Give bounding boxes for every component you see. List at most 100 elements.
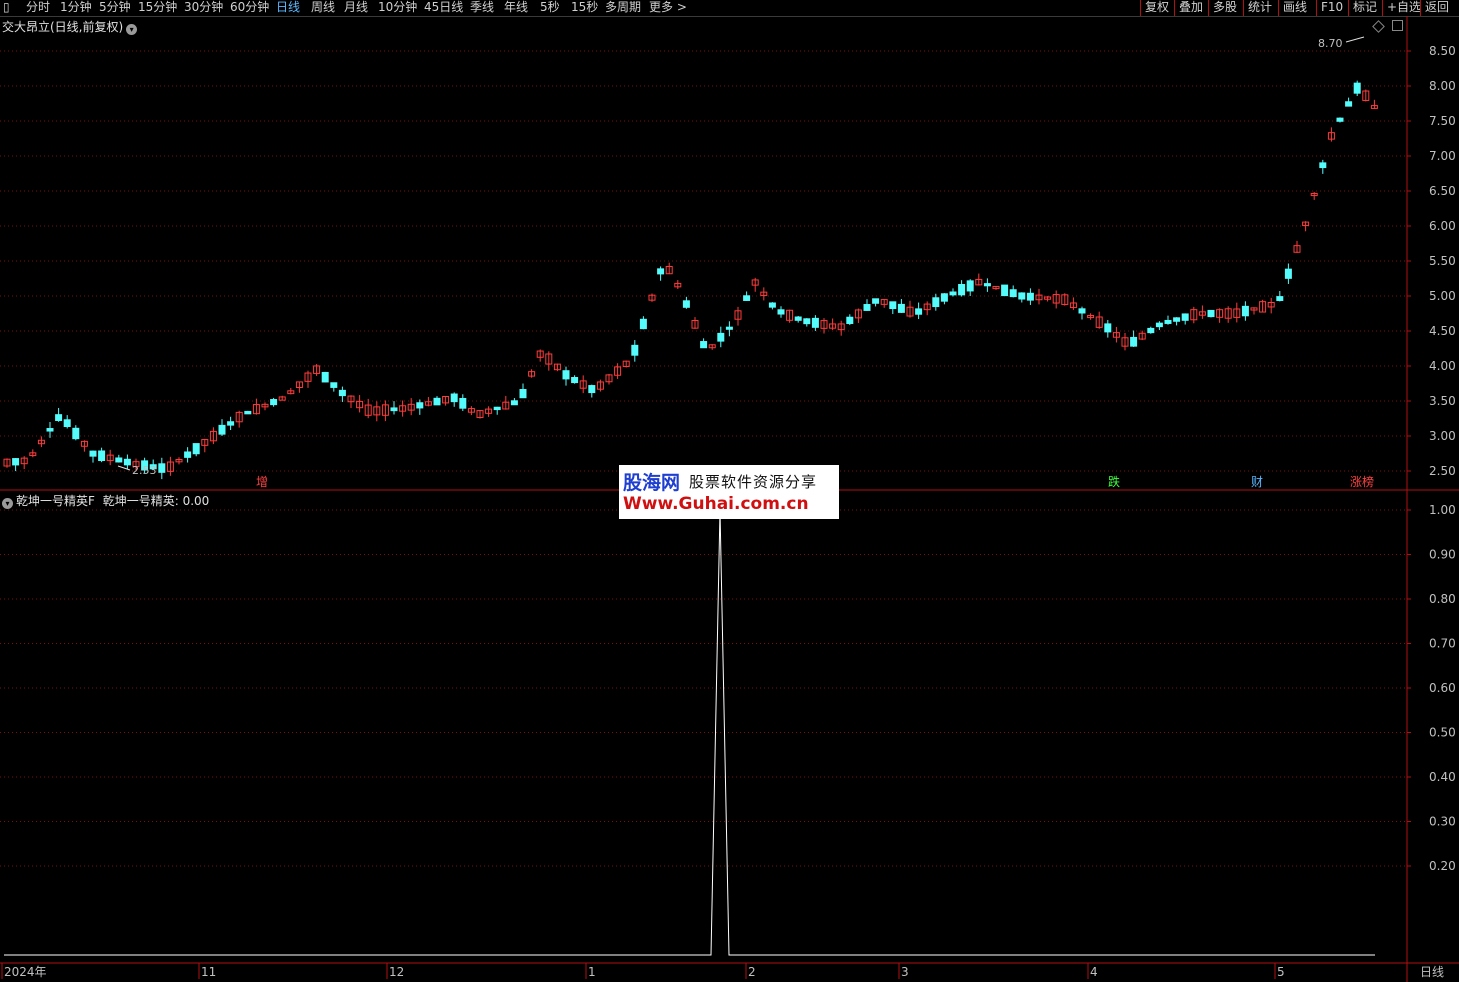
candle-body — [330, 382, 338, 388]
x-tick-label: 2024年 — [4, 965, 47, 979]
x-tick-label: 3 — [901, 965, 909, 979]
candle-body — [89, 450, 97, 457]
candle-body — [1345, 101, 1353, 107]
high-price-arrow — [1345, 36, 1365, 43]
candle-body — [571, 377, 579, 384]
candle-body — [768, 302, 776, 308]
candle-body — [897, 303, 905, 313]
low-price-arrow — [117, 465, 131, 471]
watermark-url: Www.Guhai.com.cn — [623, 494, 809, 514]
candle-body — [794, 316, 802, 321]
candle-body — [115, 457, 123, 463]
price-tick-label: 5.00 — [1429, 289, 1456, 303]
indicator-tick-label: 0.80 — [1429, 592, 1456, 606]
candle-body — [433, 397, 441, 406]
x-tick-label: 2 — [748, 965, 756, 979]
x-tick-label: 5 — [1277, 965, 1285, 979]
candle-body — [192, 443, 200, 455]
candle-body — [98, 450, 106, 462]
event-marker: 跌 — [1108, 474, 1120, 489]
indicator-tick-label: 0.50 — [1429, 726, 1456, 740]
price-tick-label: 8.50 — [1429, 44, 1456, 58]
price-tick-label: 6.00 — [1429, 219, 1456, 233]
candle-body — [777, 309, 785, 315]
candle-body — [932, 297, 940, 308]
candle-body — [12, 458, 20, 466]
indicator-series-line — [4, 509, 1375, 956]
candle-body — [639, 318, 647, 330]
candle-body — [1018, 292, 1026, 300]
candle-body — [940, 293, 948, 302]
candle-body — [55, 414, 63, 421]
watermark-logo: 股海网 股票软件资源分享 Www.Guhai.com.cn — [619, 465, 839, 519]
candle-body — [1241, 305, 1249, 317]
candle-body — [123, 458, 131, 466]
candle-body — [958, 284, 966, 296]
candle-body — [72, 427, 80, 440]
candle-body — [562, 370, 570, 380]
candle-body — [270, 399, 278, 406]
event-marker: 涨榜 — [1350, 474, 1374, 489]
high-price-label: 8.70 — [1318, 37, 1343, 50]
candle-body — [218, 424, 226, 435]
candle-body — [846, 316, 854, 324]
price-tick-label: 4.50 — [1429, 324, 1456, 338]
indicator-tick-label: 0.60 — [1429, 681, 1456, 695]
candle-body — [872, 298, 880, 304]
candle-body — [1026, 292, 1034, 301]
price-tick-label: 5.50 — [1429, 254, 1456, 268]
price-tick-label: 7.00 — [1429, 149, 1456, 163]
candle-body — [1155, 322, 1163, 328]
candle-body — [949, 291, 957, 296]
x-tick-label: 4 — [1090, 965, 1098, 979]
candle-body — [915, 308, 923, 315]
candle-body — [1284, 268, 1292, 279]
candle-body — [519, 388, 527, 399]
indicator-tick-label: 0.30 — [1429, 815, 1456, 829]
candle-body — [1207, 309, 1215, 318]
candle-body — [184, 451, 192, 458]
indicator-tick-label: 0.40 — [1429, 770, 1456, 784]
price-tick-label: 3.00 — [1429, 429, 1456, 443]
candle-body — [459, 397, 467, 409]
event-marker: 增 — [256, 475, 268, 489]
candle-body — [1130, 336, 1138, 347]
candle-body — [725, 326, 733, 330]
candle-body — [682, 300, 690, 308]
event-marker: 财 — [1251, 475, 1263, 489]
candle-body — [983, 283, 991, 287]
candle-body — [631, 344, 639, 356]
x-tick-label: 1 — [588, 965, 596, 979]
candle-body — [46, 428, 54, 432]
candle-body — [588, 385, 596, 394]
watermark-brand: 股海网 — [623, 472, 681, 494]
candle-body — [63, 419, 71, 428]
indicator-tick-label: 1.00 — [1429, 503, 1456, 517]
candle-body — [390, 407, 398, 412]
x-tick-label: 11 — [201, 965, 216, 979]
candle-body — [510, 400, 518, 406]
watermark-slogan: 股票软件资源分享 — [689, 473, 818, 491]
candle-body — [1276, 296, 1284, 301]
candle-body — [158, 463, 166, 473]
candle-body — [1001, 284, 1009, 297]
candle-body — [321, 371, 329, 383]
candle-body — [1319, 162, 1327, 169]
candle-body — [717, 332, 725, 342]
candle-body — [743, 295, 751, 301]
candle-body — [338, 389, 346, 397]
candle-body — [1009, 289, 1017, 298]
candle-body — [1147, 327, 1155, 334]
candle-body — [1181, 313, 1189, 321]
candle-body — [1336, 117, 1344, 122]
period-label: 日线 — [1420, 965, 1444, 979]
indicator-tick-label: 0.70 — [1429, 637, 1456, 651]
candle-body — [227, 421, 235, 426]
candle-body — [803, 318, 811, 325]
candle-body — [1173, 317, 1181, 322]
candle-body — [811, 317, 819, 328]
candle-body — [889, 301, 897, 310]
candle-body — [1078, 308, 1086, 314]
indicator-tick-label: 0.20 — [1429, 859, 1456, 873]
indicator-tick-label: 0.90 — [1429, 548, 1456, 562]
